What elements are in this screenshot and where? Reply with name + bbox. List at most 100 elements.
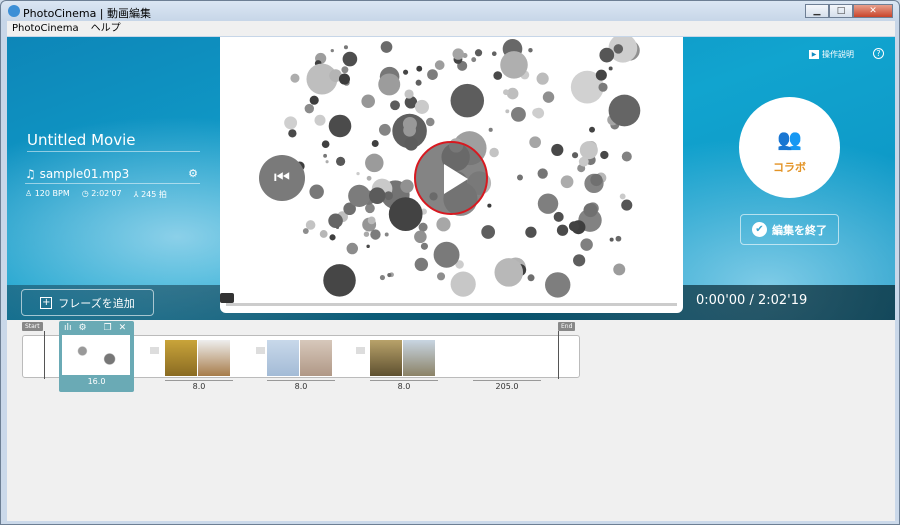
bubble	[378, 123, 391, 136]
bubble	[450, 271, 476, 297]
bubble	[380, 41, 393, 53]
minimize-button[interactable]: ▁	[805, 4, 829, 18]
bubble	[361, 94, 375, 109]
add-frame-icon: +	[40, 296, 53, 309]
bubble	[525, 226, 537, 238]
clip-duration: 8.0	[165, 380, 233, 391]
bubble	[537, 168, 548, 179]
bubble	[598, 82, 608, 92]
bubble	[494, 258, 524, 287]
video-preview[interactable]: ⏮	[220, 37, 683, 313]
bubble	[414, 230, 427, 244]
bubble	[589, 126, 595, 133]
add-phrase-button[interactable]: + フレーズを追加	[21, 289, 154, 316]
music-settings-gear-icon[interactable]: ⚙	[188, 167, 198, 180]
question-icon[interactable]: ?	[873, 48, 884, 59]
timeline: Start End ılı ⚙ ❐ ✕ 16.0 8.0 8.0 8.0 205…	[7, 320, 895, 521]
bubble	[367, 216, 376, 225]
close-button[interactable]: ✕	[853, 4, 893, 18]
bubble	[599, 47, 615, 63]
bubble	[452, 48, 464, 60]
bubble	[590, 173, 603, 187]
bubble	[305, 220, 316, 230]
duplicate-icon[interactable]: ❐	[104, 323, 112, 333]
bubble	[553, 211, 564, 222]
bubble	[613, 263, 626, 276]
phrase-clip[interactable]	[370, 340, 435, 376]
bubble	[578, 156, 589, 167]
bubble	[583, 203, 598, 218]
bubble	[343, 45, 348, 50]
rewind-button[interactable]: ⏮	[259, 155, 305, 201]
bubble	[471, 57, 477, 63]
music-field[interactable]: ♫ sample01.mp3 ⚙	[25, 167, 200, 184]
bubble	[365, 153, 384, 173]
bubble	[319, 230, 328, 238]
transition-icon[interactable]	[256, 347, 265, 354]
finish-editing-button[interactable]: ✔ 編集を終了	[740, 214, 839, 245]
movie-title-input[interactable]: Untitled Movie	[27, 131, 200, 152]
window-title: PhotoCinema | 動画編集	[23, 7, 152, 20]
bubble	[615, 235, 622, 242]
bubble	[493, 71, 503, 80]
seek-bar[interactable]	[226, 303, 677, 306]
help-link[interactable]: ▶ 操作説明	[809, 49, 854, 60]
check-icon: ✔	[752, 222, 767, 237]
bubble	[338, 73, 350, 85]
phrase-clip[interactable]	[267, 340, 332, 376]
bubble	[580, 238, 593, 251]
bubble	[488, 127, 493, 132]
menu-help[interactable]: ヘルプ	[91, 21, 121, 36]
bubble	[573, 254, 586, 267]
bubble	[571, 152, 579, 159]
menu-bar: PhotoCinema ヘルプ	[7, 21, 895, 36]
bubble	[500, 51, 528, 79]
phrase-clip-selected[interactable]: ılı ⚙ ❐ ✕ 16.0	[59, 321, 134, 392]
transition-icon[interactable]	[150, 347, 159, 354]
help-label: 操作説明	[822, 50, 854, 59]
bubble	[323, 153, 328, 158]
settings-gear-icon[interactable]: ⚙	[79, 323, 87, 333]
bubble	[330, 49, 334, 53]
bubble	[503, 89, 509, 96]
bubble	[619, 193, 626, 200]
bubble	[505, 109, 510, 114]
start-line	[44, 331, 45, 379]
bubble	[527, 274, 535, 282]
bubble	[314, 114, 326, 126]
bubble	[302, 228, 309, 234]
bubble	[608, 94, 641, 127]
beats-icon: ⅄	[133, 190, 139, 199]
bubble	[542, 91, 555, 103]
bubble	[304, 103, 314, 114]
bubble	[329, 234, 336, 241]
bubble	[379, 274, 385, 281]
bubble	[608, 66, 613, 71]
tail-duration: 205.0	[473, 380, 541, 391]
bubble	[403, 69, 409, 75]
menu-photocinema[interactable]: PhotoCinema	[12, 21, 79, 36]
bubble	[491, 51, 497, 57]
app-window: PhotoCinema | 動画編集 ▁ □ ✕ PhotoCinema ヘルプ…	[0, 0, 900, 525]
collab-button[interactable]: 👥 コラボ	[739, 97, 840, 198]
bubble	[369, 187, 386, 204]
bubble	[388, 197, 423, 231]
play-button[interactable]	[414, 141, 488, 215]
bpm: 120 BPM	[34, 189, 70, 198]
bubble	[609, 237, 614, 242]
transition-icon[interactable]	[356, 347, 365, 354]
bubble	[342, 51, 358, 67]
seek-handle[interactable]	[220, 293, 234, 303]
clip-thumbnail	[62, 335, 130, 375]
phrase-clip[interactable]	[165, 340, 230, 376]
clip-duration: 16.0	[87, 377, 106, 386]
metronome-icon: ♙	[25, 189, 33, 198]
bubble	[363, 231, 370, 237]
bubble	[551, 143, 564, 157]
maximize-button[interactable]: □	[829, 4, 853, 18]
collab-small-icon[interactable]: ılı	[64, 323, 72, 333]
delete-icon[interactable]: ✕	[119, 323, 127, 333]
bubble	[335, 156, 346, 167]
bubble	[613, 44, 624, 54]
bubble	[517, 174, 523, 181]
